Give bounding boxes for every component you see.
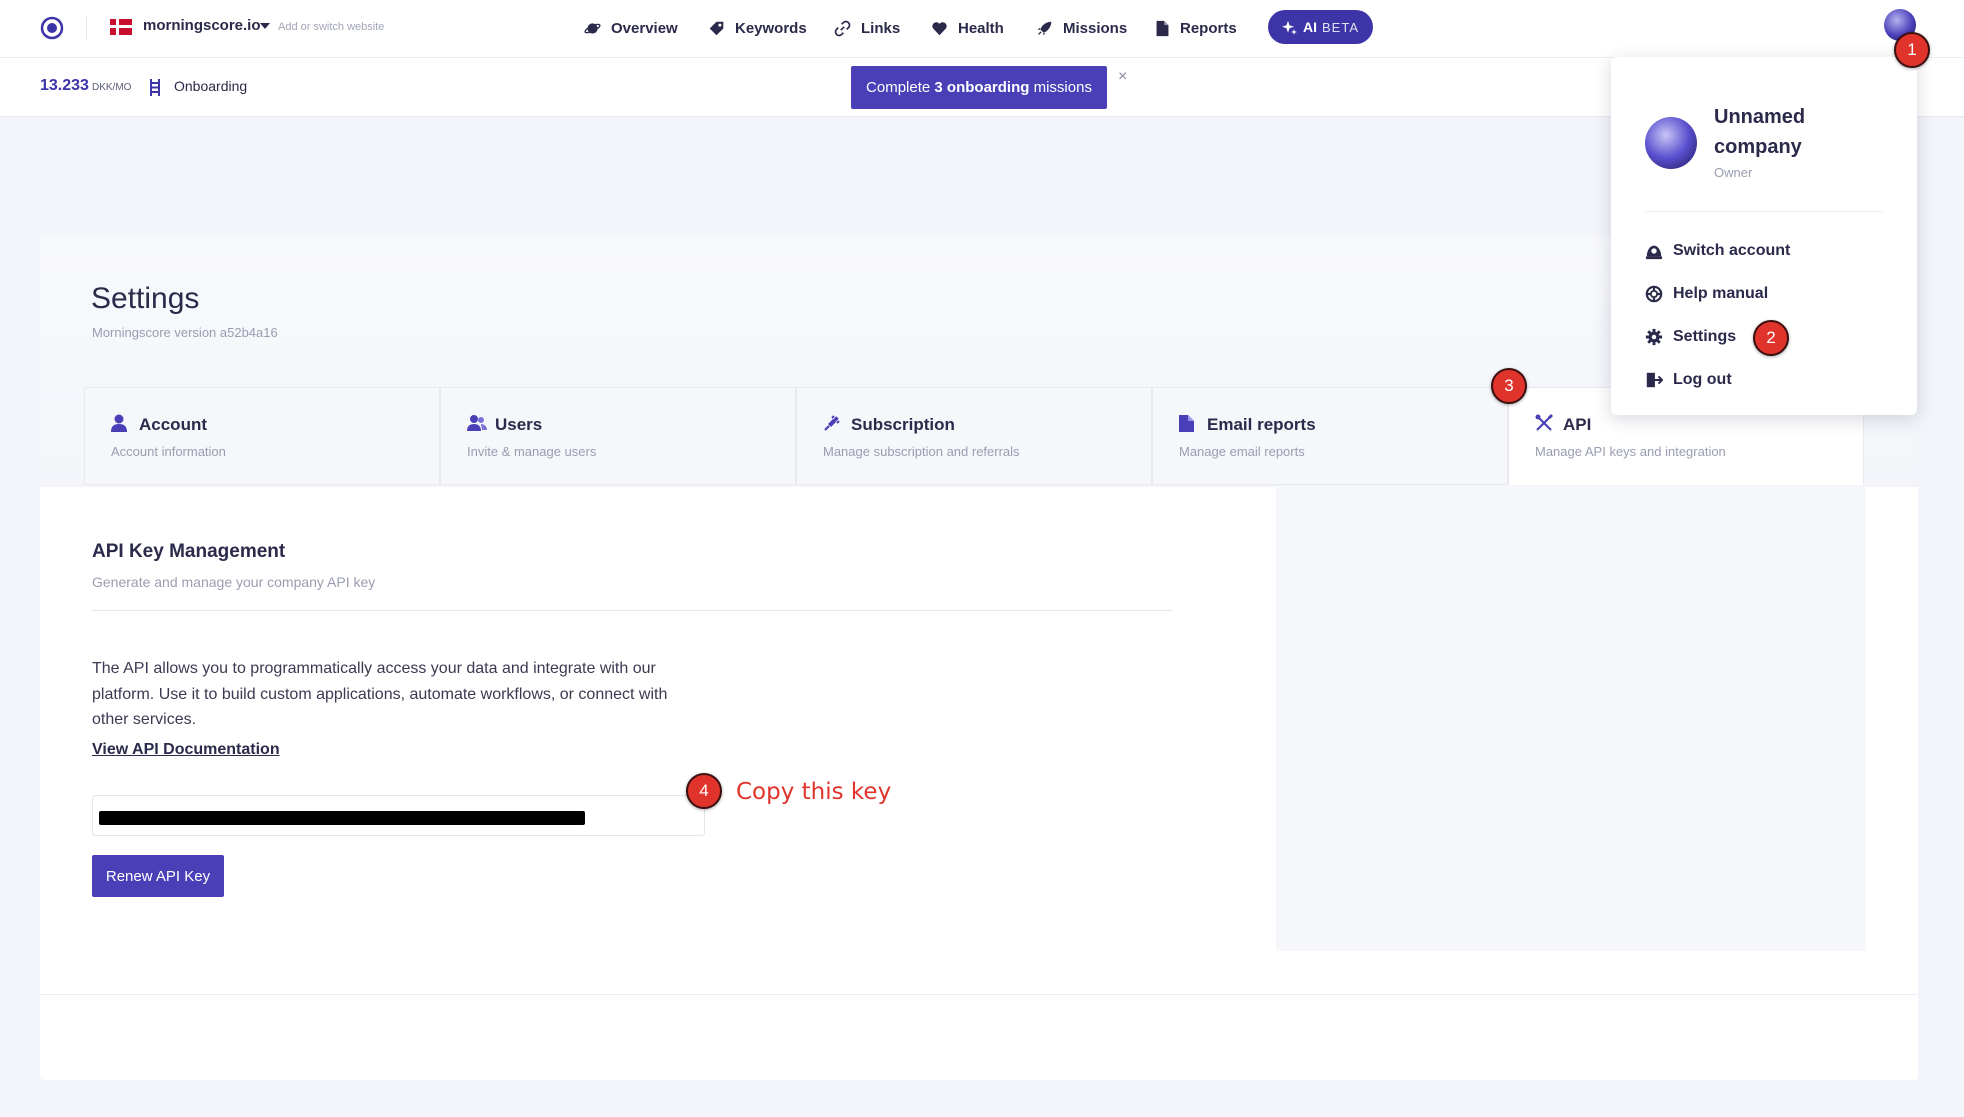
account-dropdown-menu: Unnamed company Owner Switch account Hel… [1611, 57, 1917, 415]
divider [92, 610, 1172, 611]
chevron-down-icon[interactable] [260, 23, 270, 29]
tab-account-label: Account [139, 415, 207, 434]
divider [40, 994, 1918, 995]
cta-suffix: missions [1033, 79, 1092, 96]
tools-icon [1535, 414, 1553, 431]
nav-missions[interactable]: Missions [1036, 14, 1127, 42]
tab-subscription-sub: Manage subscription and referrals [823, 444, 1020, 459]
log-out-item[interactable]: Log out [1645, 368, 1732, 392]
section-subheading: Generate and manage your company API key [92, 574, 376, 590]
lifebuoy-icon [1645, 285, 1663, 303]
document-icon [1156, 20, 1169, 36]
nav-health[interactable]: Health [931, 14, 1004, 42]
tab-api-sub: Manage API keys and integration [1535, 444, 1726, 459]
side-panel [1276, 486, 1866, 951]
users-icon [467, 415, 487, 431]
annotation-badge-1: 1 [1894, 32, 1930, 68]
annotation-badge-2: 2 [1753, 320, 1789, 356]
nav-reports[interactable]: Reports [1155, 14, 1237, 42]
api-documentation-link[interactable]: View API Documentation [92, 741, 280, 759]
denmark-flag-icon [110, 19, 132, 35]
score-unit: DKK/MO [92, 82, 132, 93]
tab-email-reports-sub: Manage email reports [1179, 444, 1305, 459]
settings-label: Settings [1673, 328, 1737, 345]
tag-icon [709, 21, 724, 35]
nav-overview-label: Overview [611, 19, 678, 37]
link-icon [834, 20, 851, 36]
company-name: Unnamed company [1714, 102, 1805, 162]
api-key-field[interactable] [92, 795, 705, 836]
tab-users-label: Users [495, 415, 543, 434]
beta-badge: BETA [1322, 19, 1359, 35]
sparkle-icon [1282, 20, 1297, 35]
description-line: other services. [92, 711, 197, 728]
morningscore-logo-icon[interactable] [40, 16, 64, 40]
score-value: 13.233 [40, 77, 89, 94]
nav-keywords[interactable]: Keywords [708, 14, 807, 42]
site-hint: Add or switch website [278, 21, 385, 33]
user-icon [111, 414, 127, 432]
cta-bold: onboarding [946, 79, 1030, 96]
annotation-badge-4: 4 [686, 773, 722, 809]
tab-subscription[interactable]: Subscription Manage subscription and ref… [796, 387, 1152, 485]
redacted-api-key [99, 811, 585, 825]
company-avatar [1645, 117, 1697, 169]
description-line: The API allows you to programmatically a… [92, 660, 656, 677]
switch-account-item[interactable]: Switch account [1645, 239, 1790, 263]
section-heading: API Key Management [92, 541, 286, 562]
ladder-icon [149, 79, 161, 96]
help-manual-label: Help manual [1673, 285, 1769, 302]
switch-account-label: Switch account [1673, 242, 1791, 259]
tab-email-reports-label: Email reports [1207, 415, 1316, 434]
nav-links-label: Links [861, 19, 901, 37]
planet-icon [584, 22, 601, 34]
help-manual-item[interactable]: Help manual [1645, 282, 1768, 306]
tab-users[interactable]: Users Invite & manage users [440, 387, 796, 485]
nav-missions-label: Missions [1063, 19, 1128, 37]
log-out-label: Log out [1673, 371, 1732, 388]
tab-api-label: API [1563, 415, 1592, 434]
renew-api-key-button[interactable]: Renew API Key [92, 855, 224, 897]
site-switcher[interactable]: morningscore.io [143, 17, 261, 34]
company-name-line: Unnamed [1714, 106, 1806, 128]
top-navigation-bar: morningscore.io Add or switch website Ov… [0, 0, 1964, 58]
company-role: Owner [1714, 165, 1753, 180]
tab-email-reports[interactable]: Email reports Manage email reports [1152, 387, 1508, 485]
gear-icon [1645, 328, 1663, 346]
close-icon[interactable]: × [1118, 68, 1127, 86]
rocket-icon [1037, 21, 1052, 35]
nav-reports-label: Reports [1180, 19, 1237, 37]
annotation-badge-3: 3 [1491, 368, 1527, 404]
tab-subscription-label: Subscription [851, 415, 955, 434]
tab-account[interactable]: Account Account information [84, 387, 440, 485]
cta-prefix: Complete [866, 79, 931, 96]
ai-label: AI [1303, 19, 1317, 35]
heart-icon [932, 21, 947, 35]
tab-users-sub: Invite & manage users [467, 444, 597, 459]
annotation-copy-note: Copy this key [736, 779, 892, 805]
company-name-line: company [1714, 136, 1802, 158]
description-line: platform. Use it to build custom applica… [92, 685, 668, 703]
page-title: Settings [91, 282, 200, 315]
nav-overview[interactable]: Overview [584, 14, 678, 42]
complete-onboarding-button[interactable]: Complete 3 onboarding missions [851, 66, 1107, 109]
onboarding-link[interactable]: Onboarding [174, 78, 247, 94]
nav-links[interactable]: Links [834, 14, 900, 42]
cta-count: 3 [934, 79, 943, 96]
plug-icon [824, 415, 840, 431]
settings-item[interactable]: Settings [1645, 325, 1736, 349]
divider [1645, 211, 1883, 212]
nav-health-label: Health [958, 19, 1004, 37]
switch-account-icon [1645, 245, 1663, 260]
nav-keywords-label: Keywords [735, 19, 807, 37]
api-description: The API allows you to programmatically a… [92, 656, 667, 733]
tab-account-sub: Account information [111, 444, 226, 459]
divider [86, 16, 87, 40]
file-icon [1179, 415, 1194, 432]
ai-beta-button[interactable]: AI BETA [1268, 10, 1373, 44]
logout-icon [1646, 372, 1663, 388]
version-text: Morningscore version a52b4a16 [92, 325, 278, 340]
